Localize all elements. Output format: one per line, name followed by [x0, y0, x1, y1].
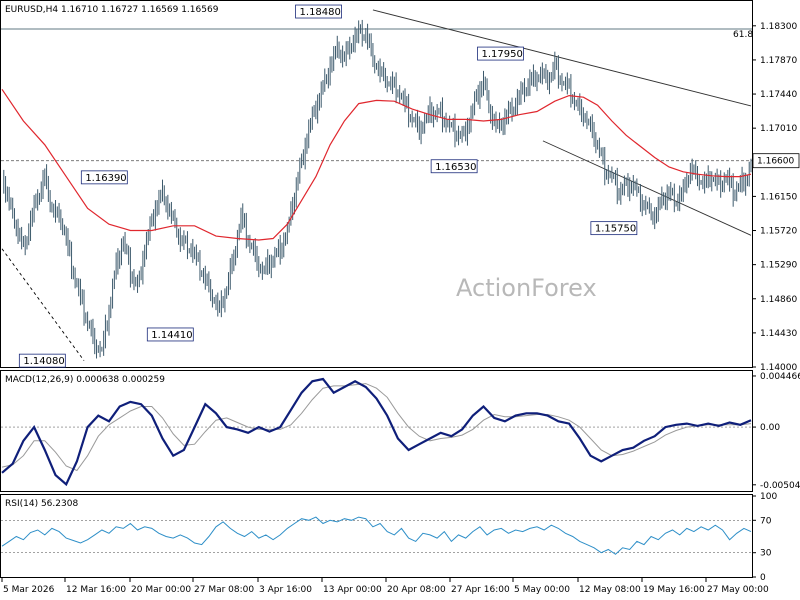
- rsi-panel-frame: [0, 494, 753, 578]
- symbol-header: EURUSD,H4 1.16710 1.16727 1.16569 1.1656…: [5, 5, 219, 15]
- time-tick-label: 27 Apr 16:00: [451, 585, 510, 595]
- rsi-tick-label: 100: [760, 492, 777, 502]
- time-tick-label: 13 Apr 00:00: [323, 585, 382, 595]
- time-tick-label: 12 May 08:00: [579, 585, 641, 595]
- time-tick-label: 5 Mar 2026: [3, 585, 55, 595]
- time-axis: 5 Mar 2026 12 Mar 16:00 20 Mar 00:00 27 Mar…: [1, 578, 769, 595]
- annotation-text: 1.18480: [300, 7, 341, 18]
- annotation-text: 1.15750: [595, 224, 636, 235]
- time-tick-label: 19 May 16:00: [643, 585, 705, 595]
- time-tick-label: 3 Apr 16:00: [259, 585, 312, 595]
- price-tick-label: 1.17870: [760, 56, 797, 66]
- time-tick-label: 20 Mar 00:00: [131, 585, 191, 595]
- rsi-tick-label: 0: [760, 573, 766, 583]
- time-tick-label: 12 Mar 16:00: [66, 585, 126, 595]
- macd-tick-label: -0.005046: [760, 481, 800, 491]
- price-tick-label: 1.15290: [760, 261, 797, 271]
- chart-canvas: ActionForex 1.18480 1.17950 1.16390 1.16530…: [0, 0, 800, 595]
- price-tick-label: 1.17440: [760, 90, 797, 100]
- price-tick-label: 1.18300: [760, 22, 797, 32]
- annotation-text: 1.16530: [435, 162, 476, 173]
- price-tick-label: 1.14860: [760, 295, 797, 305]
- last-price-label: 1.16600: [757, 157, 794, 167]
- time-tick-label: 27 May 00:00: [707, 585, 769, 595]
- macd-tick-label: 0.00: [760, 423, 780, 433]
- annotation-text: 1.14410: [151, 330, 192, 341]
- rsi-tick-label: 30: [760, 549, 772, 559]
- annotation-text: 1.16390: [85, 173, 126, 184]
- time-tick-label: 5 May 00:00: [514, 585, 570, 595]
- rsi-tick-label: 70: [760, 516, 772, 526]
- watermark: ActionForex: [456, 274, 597, 302]
- price-tick-label: 1.15720: [760, 227, 797, 237]
- annotation-text: 1.14080: [23, 356, 64, 367]
- price-tick-label: 1.17010: [760, 124, 797, 134]
- annotation-text: 1.17950: [482, 49, 523, 60]
- time-tick-label: 27 Mar 08:00: [194, 585, 254, 595]
- macd-tick-label: 0.004466: [760, 372, 800, 382]
- price-tick-label: 1.14430: [760, 329, 797, 339]
- price-axis: 1.183001.178701.174401.170101.165801.161…: [752, 22, 800, 373]
- price-tick-label: 1.16150: [760, 192, 797, 202]
- macd-label: MACD(12,26,9) 0.000638 0.000259: [5, 375, 165, 385]
- rsi-label: RSI(14) 56.2308: [5, 499, 78, 509]
- time-tick-label: 20 Apr 08:00: [387, 585, 446, 595]
- fib-label: 61.8: [733, 30, 753, 40]
